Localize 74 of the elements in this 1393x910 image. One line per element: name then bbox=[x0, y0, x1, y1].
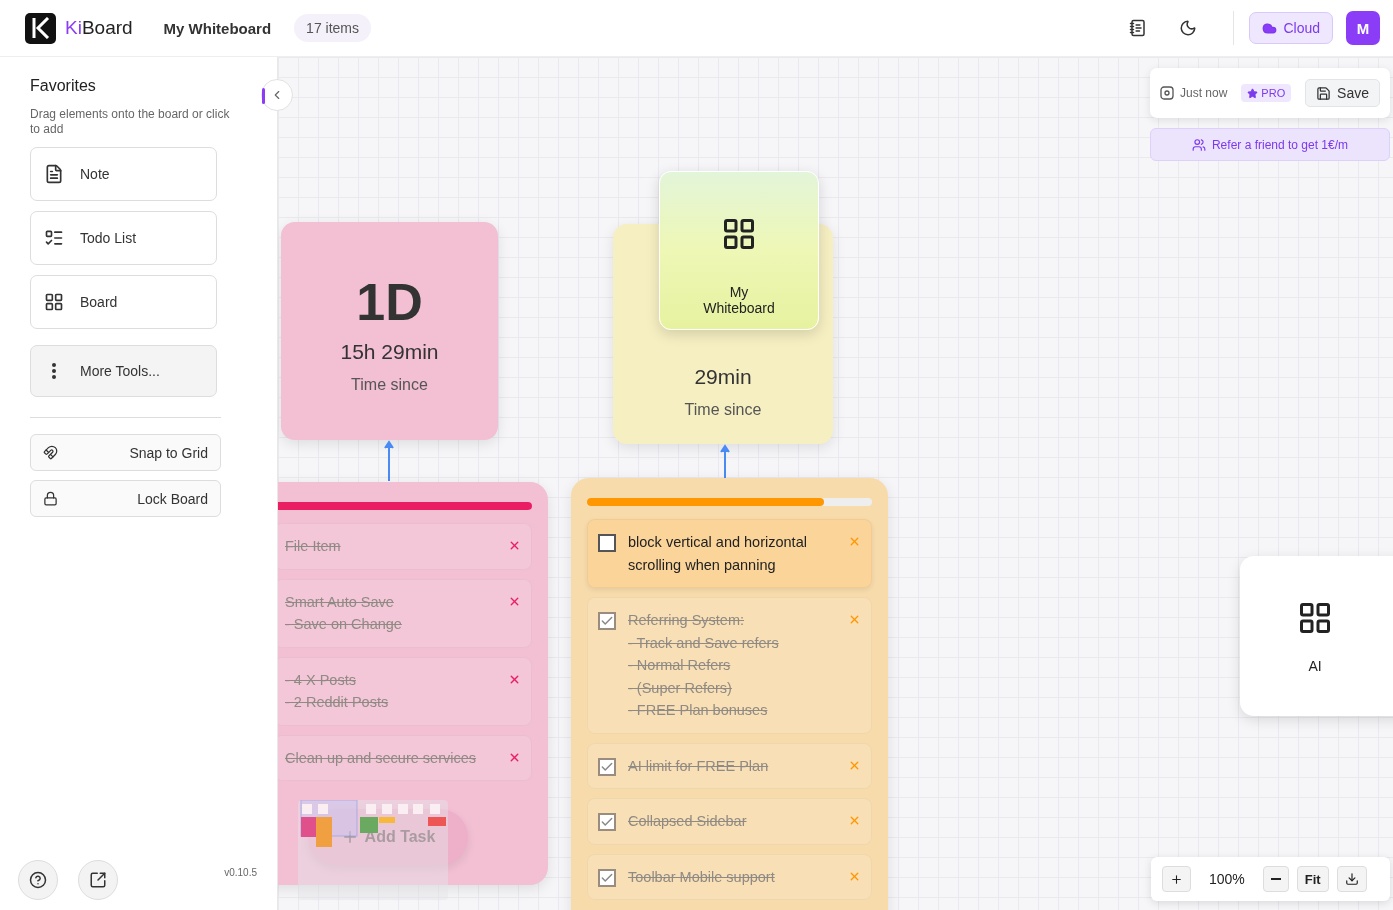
check-icon bbox=[600, 614, 614, 628]
version-label: v0.10.5 bbox=[224, 866, 257, 878]
tool-button[interactable]: Todo List bbox=[30, 211, 217, 265]
zoom-level: 100% bbox=[1209, 871, 1245, 887]
todo-text: Clean up and secure services bbox=[285, 748, 478, 768]
board-title: My Whiteboard bbox=[163, 19, 272, 37]
zoom-out-button[interactable] bbox=[1262, 866, 1289, 892]
todo-text: File Item bbox=[285, 537, 342, 556]
collapse-button[interactable] bbox=[261, 79, 293, 111]
status-icon bbox=[1160, 86, 1174, 100]
help-icon bbox=[29, 871, 47, 889]
magnet-icon bbox=[43, 445, 58, 460]
zoom-in-button[interactable] bbox=[1162, 866, 1191, 892]
time-text: 29min bbox=[694, 364, 752, 389]
time-text: 15h 29min bbox=[340, 340, 439, 364]
refer-button[interactable]: Refer a friend to get 1€/m bbox=[1150, 128, 1390, 161]
dots-icon bbox=[52, 363, 56, 379]
todo-text: Collapsed Sidebar bbox=[628, 812, 748, 831]
caption-text: Time since bbox=[684, 400, 762, 419]
cloud-button[interactable]: Cloud bbox=[1249, 12, 1333, 44]
plus-icon bbox=[1170, 872, 1183, 886]
download-button[interactable] bbox=[1336, 866, 1367, 892]
connector-arrow bbox=[384, 440, 394, 481]
board-icon bbox=[1297, 600, 1333, 636]
tool-button[interactable]: Note bbox=[30, 147, 217, 201]
minus-icon bbox=[1270, 878, 1281, 880]
checkbox[interactable] bbox=[598, 612, 616, 630]
list-icon bbox=[44, 228, 64, 248]
external-link-button[interactable] bbox=[78, 860, 118, 900]
sidebar-hint: Drag elements onto the board or click to add bbox=[30, 107, 230, 137]
pro-badge: PRO bbox=[1241, 84, 1292, 102]
cloud-icon bbox=[1262, 20, 1278, 36]
grid-icon bbox=[44, 292, 64, 312]
checkbox[interactable] bbox=[598, 757, 616, 776]
checkbox[interactable] bbox=[598, 534, 616, 552]
item-count: 17 items bbox=[294, 14, 372, 42]
checkbox[interactable] bbox=[598, 813, 616, 831]
ai-card[interactable]: AI bbox=[1240, 556, 1393, 716]
ai-card-title: AI bbox=[1308, 658, 1322, 674]
save-button[interactable]: Save bbox=[1305, 79, 1380, 107]
toggle-button[interactable]: Snap to Grid bbox=[30, 434, 221, 471]
brand-name: KiBoard bbox=[65, 17, 133, 39]
download-icon bbox=[1344, 872, 1359, 886]
fit-button[interactable]: Fit bbox=[1296, 866, 1329, 892]
check-icon bbox=[600, 815, 614, 829]
sidebar-title: Favorites bbox=[30, 77, 97, 95]
caption-text: Time since bbox=[351, 376, 428, 394]
board-card[interactable]: My Whiteboard bbox=[659, 171, 819, 330]
tool-button[interactable]: Board bbox=[30, 275, 217, 329]
todo-text: AI limit for FREE Plan bbox=[628, 756, 770, 776]
logo bbox=[25, 12, 56, 44]
board-card-title: My Whiteboard bbox=[702, 284, 776, 316]
todo-text: - 4 X Posts - 2 Reddit Posts bbox=[285, 670, 390, 712]
help-button[interactable] bbox=[18, 860, 58, 900]
star-icon bbox=[1247, 87, 1259, 99]
todo-text: Smart Auto Save - Save on Change bbox=[285, 592, 403, 634]
todo-text: block vertical and horizontal scrolling when panning bbox=[628, 533, 808, 575]
days-text: 1D bbox=[356, 276, 423, 328]
tool-button[interactable]: More Tools... bbox=[30, 345, 217, 397]
save-icon bbox=[1316, 85, 1332, 101]
external-link-icon bbox=[89, 871, 107, 889]
connector-arrow bbox=[720, 444, 730, 478]
todo-text: Referring System: - Track and Save refers - Normal Refers - (Super Refers) - FREE Plan bonuses bbox=[628, 611, 780, 720]
lock-icon bbox=[43, 491, 58, 506]
moon-icon bbox=[1179, 19, 1198, 37]
notebook-icon bbox=[1129, 19, 1148, 37]
document-icon bbox=[44, 164, 64, 184]
board-icon bbox=[721, 216, 757, 252]
todo-text: Toolbar Mobile support bbox=[628, 867, 776, 887]
save-status: Just now bbox=[1180, 86, 1228, 100]
avatar[interactable]: M bbox=[1346, 11, 1380, 45]
toggle-button[interactable]: Lock Board bbox=[30, 480, 221, 517]
users-icon bbox=[1191, 137, 1206, 152]
checkbox[interactable] bbox=[598, 868, 616, 887]
